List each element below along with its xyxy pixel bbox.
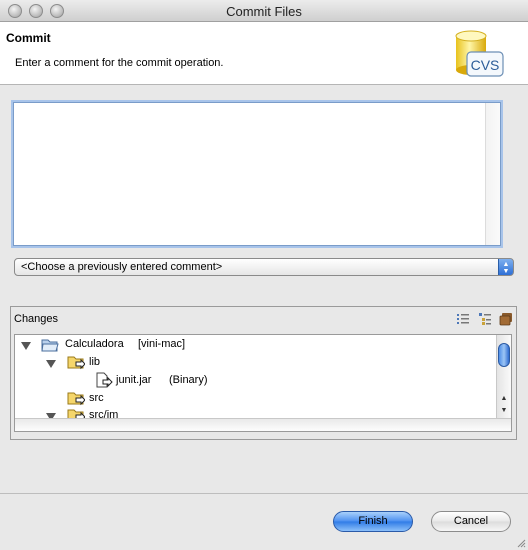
changes-tree[interactable]: Calculadora [vini-mac] lib junit.jar (Bi… (14, 334, 512, 432)
banner-title: Commit (6, 31, 51, 45)
scroll-down-icon[interactable]: ▼ (497, 405, 511, 417)
previous-comment-select[interactable]: <Choose a previously entered comment> ▲ ▼ (14, 258, 514, 276)
commit-comment-textarea[interactable] (13, 102, 501, 246)
tree-row[interactable]: lib (15, 354, 495, 372)
tree-row[interactable]: junit.jar (Binary) (15, 372, 495, 390)
outgoing-file-icon (96, 372, 113, 388)
resize-grip-icon[interactable] (516, 538, 526, 548)
collapse-all-icon[interactable] (499, 311, 515, 327)
finish-button[interactable]: Finish (333, 511, 413, 532)
tree-label: lib (89, 356, 101, 368)
scrollbar-thumb[interactable] (498, 343, 510, 367)
flat-list-icon[interactable] (455, 311, 471, 327)
tree-detail: [vini-mac] (138, 338, 186, 350)
changes-group: Changes Calculadora [vini-mac] lib junit… (10, 306, 517, 440)
cvs-logo-text: CVS (471, 57, 500, 73)
dropdown-arrows-icon[interactable]: ▲ ▼ (498, 259, 513, 275)
cvs-logo-icon: CVS (455, 30, 504, 77)
project-folder-icon (41, 339, 59, 352)
header-banner: Commit Enter a comment for the commit op… (0, 22, 528, 85)
expanded-triangle-icon[interactable] (21, 342, 31, 350)
tree-horizontal-scrollbar[interactable] (15, 418, 511, 431)
tree-view-icon[interactable] (477, 311, 493, 327)
tree-label: Calculadora (65, 338, 124, 350)
changes-label: Changes (14, 313, 59, 325)
tree-vertical-scrollbar[interactable]: ▲ ▼ (496, 335, 511, 418)
tree-label: src (89, 392, 104, 404)
previous-comment-selected: <Choose a previously entered comment> (21, 261, 223, 273)
commit-files-dialog: Commit Files Commit Enter a comment for … (0, 0, 528, 550)
outgoing-folder-icon (67, 356, 85, 370)
expanded-triangle-icon[interactable] (46, 360, 56, 368)
cancel-button[interactable]: Cancel (431, 511, 511, 532)
tree-label: junit.jar (116, 374, 152, 386)
comment-scrollbar[interactable] (485, 103, 500, 245)
tree-detail: (Binary) (169, 374, 208, 386)
outgoing-folder-icon (67, 392, 85, 406)
button-bar-divider (0, 493, 528, 494)
window-title: Commit Files (226, 4, 302, 19)
tree-row[interactable]: Calculadora [vini-mac] (15, 336, 495, 354)
title-bar[interactable]: Commit Files (0, 0, 528, 22)
scroll-up-icon[interactable]: ▲ (497, 393, 511, 405)
banner-message: Enter a comment for the commit operation… (15, 57, 224, 69)
commit-comment-value (14, 103, 500, 109)
tree-row[interactable]: src (15, 390, 495, 408)
